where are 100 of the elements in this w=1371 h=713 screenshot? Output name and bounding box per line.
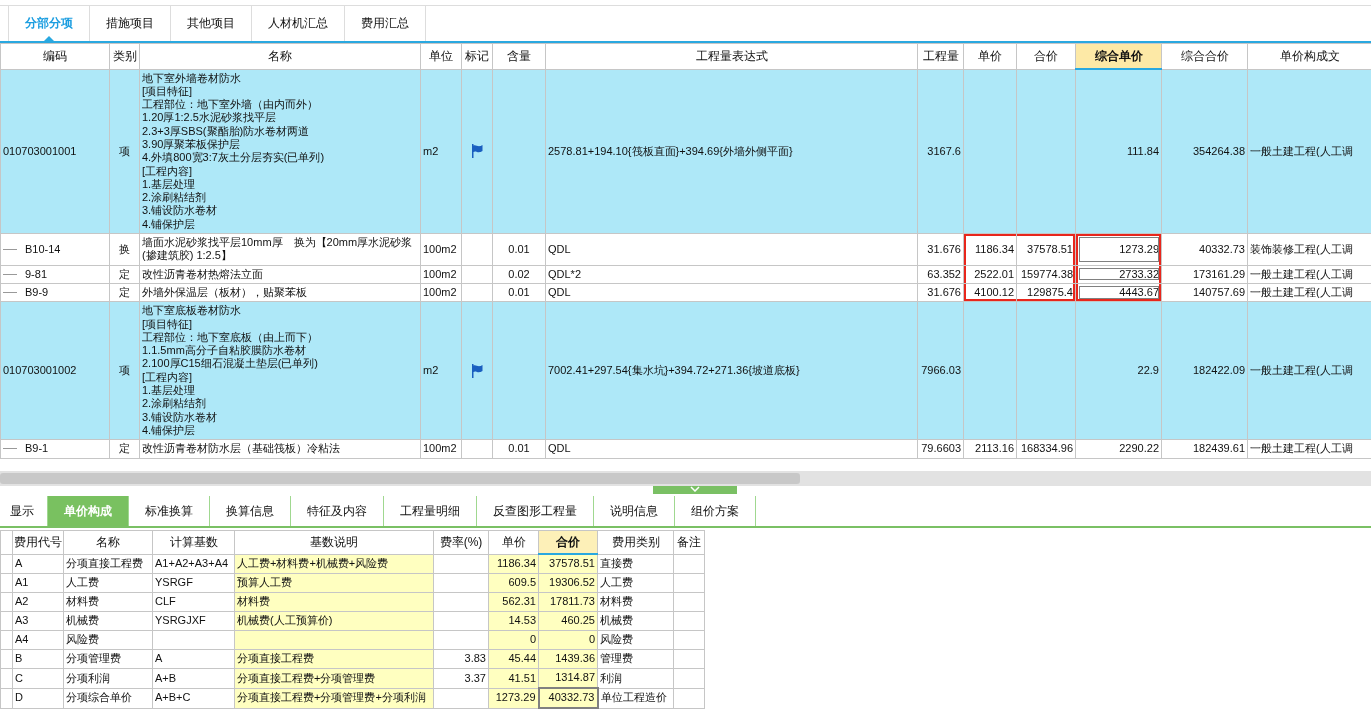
table-cell-text: 0.02 — [508, 267, 530, 280]
scrollbar-thumb[interactable] — [0, 473, 800, 484]
column-header[interactable]: 工程量 — [917, 43, 964, 69]
column-header[interactable]: 合价 — [1016, 43, 1076, 69]
table-cell-text: 41.51 — [508, 671, 536, 684]
table-cell-text: A+B+C — [155, 691, 191, 704]
table-cell-text: 182422.09 — [1193, 364, 1245, 377]
column-header[interactable]: 单价 — [963, 43, 1017, 69]
tab[interactable]: 换算信息 — [210, 496, 291, 526]
tab[interactable]: 其他项目 — [171, 6, 252, 41]
column-header[interactable]: 单位 — [420, 43, 462, 69]
table-cell-text: 风险费 — [66, 633, 99, 646]
table-cell-text: 外墙外保温层（板材），贴聚苯板 — [142, 285, 307, 298]
table-cell-text: 2113.16 — [975, 442, 1014, 455]
column-header[interactable]: 基数说明 — [234, 530, 434, 554]
table-cell-text: QDL — [548, 442, 571, 455]
column-header[interactable]: 费率(%) — [433, 530, 489, 554]
table-cell-text: 45.44 — [508, 652, 536, 665]
table-cell-text: QDL*2 — [548, 267, 582, 280]
table-cell-text: 1439.36 — [555, 652, 595, 665]
column-header[interactable]: 标记 — [461, 43, 493, 69]
table-cell-text: 0.01 — [508, 442, 530, 455]
tab[interactable]: 反查图形工程量 — [477, 496, 594, 526]
table-cell-text: 一般土建工程(人工调 — [1250, 364, 1353, 377]
table-cell-text: 一般土建工程(人工调 — [1250, 285, 1353, 298]
table-cell-text: 分项直接工程费 — [66, 557, 143, 570]
table-cell-text: 改性沥青卷材热熔法立面 — [142, 267, 263, 280]
column-header[interactable]: 费用类别 — [597, 530, 674, 554]
table-cell-text: 一般土建工程(人工调 — [1250, 442, 1353, 455]
table-cell-text: A — [15, 557, 23, 570]
table-cell-text: 354264.38 — [1193, 144, 1245, 157]
table-cell-text: 分项直接工程费+分项管理费 — [237, 671, 376, 684]
tab[interactable]: 特征及内容 — [291, 496, 384, 526]
table-cell-text: A4 — [15, 633, 29, 646]
table-cell-text: 机械费 — [66, 614, 99, 627]
table-cell-text: 31.676 — [927, 285, 961, 298]
table-cell-text: 100m2 — [423, 442, 457, 455]
table-cell-text: 分项直接工程费+分项管理费+分项利润 — [237, 691, 426, 704]
table-cell-text: 22.9 — [1137, 364, 1159, 377]
tab[interactable]: 费用汇总 — [345, 6, 426, 41]
table-cell-text: 129875.4 — [1027, 285, 1073, 298]
table-cell-text: 173161.29 — [1193, 267, 1245, 280]
table-cell-text: B — [15, 652, 23, 665]
column-header[interactable]: 备注 — [673, 530, 705, 554]
table-cell-text: m2 — [423, 144, 439, 157]
tab[interactable]: 说明信息 — [594, 496, 675, 526]
tab[interactable]: 组价方案 — [675, 496, 756, 526]
table-cell-text: 100m2 — [423, 267, 457, 280]
table-cell-text: 定 — [119, 267, 130, 280]
column-header[interactable]: 名称 — [63, 530, 153, 554]
table-cell-text: 2290.22 — [1119, 442, 1159, 455]
column-header[interactable]: 计算基数 — [152, 530, 235, 554]
tab[interactable]: 标准换算 — [129, 496, 210, 526]
table-cell-text: 墙面水泥砂浆找平层10mm厚 换为【20mm厚水泥砂浆 (掺建筑胶) 1:2.5】 — [142, 236, 413, 262]
column-header[interactable]: 综合单价 — [1075, 43, 1162, 69]
column-header[interactable]: 单价 — [488, 530, 539, 554]
column-header[interactable]: 编码 — [0, 43, 110, 69]
column-header[interactable]: 合价 — [538, 530, 598, 554]
table-cell-text: YSRGJXF — [155, 614, 206, 627]
column-header[interactable]: 含量 — [492, 43, 546, 69]
table-cell-text: 182439.61 — [1193, 442, 1245, 455]
table-cell-text: 37578.51 — [549, 557, 595, 570]
table-cell-text: 分项利润 — [66, 671, 110, 684]
table-cell-text: 项 — [119, 144, 130, 157]
table-cell-text: A2 — [15, 595, 29, 608]
table-cell-text: 63.352 — [927, 267, 961, 280]
table-cell-text: 管理费 — [600, 652, 633, 665]
table-cell-text: 分项综合单价 — [66, 691, 132, 704]
column-header[interactable]: 费用代号 — [12, 530, 64, 554]
table-cell-text: 14.53 — [508, 614, 536, 627]
column-header[interactable]: 类别 — [109, 43, 140, 69]
column-header[interactable]: 综合合价 — [1161, 43, 1248, 69]
table-cell-text: 2578.81+194.10{筏板直面}+394.69{外墙外侧平面} — [548, 144, 793, 157]
table-cell-text: 材料费 — [237, 595, 270, 608]
column-header[interactable]: 单价构成文 — [1247, 43, 1371, 69]
table-cell-text: 31.676 — [927, 242, 961, 255]
table-cell-text: 定 — [119, 285, 130, 298]
column-header[interactable]: 工程量表达式 — [545, 43, 918, 69]
table-cell-text: 地下室外墙卷材防水 [项目特征] 工程部位：地下室外墙（由内而外） 1.20厚1:2.5水泥砂浆找平层 2.3+3厚SBS(聚酯胎)防水卷材两道 3.90厚聚苯板保护层 4.外填800宽3:7灰土分层夯实(已单列) [工程内容] 1.基层处理 2.涂刷粘结剂 3.铺设防水卷材 4.铺保护层 — [142, 71, 325, 230]
tab[interactable]: 工程量明细 — [384, 496, 477, 526]
table-cell-text: 40332.73 — [548, 691, 595, 704]
item-code: B9-1 — [25, 442, 49, 456]
flag-icon — [470, 362, 484, 379]
table-cell-text: 609.5 — [508, 576, 536, 589]
table-cell-text: 1273.29 — [1119, 242, 1159, 255]
tab[interactable]: 人材机汇总 — [252, 6, 345, 41]
table-cell-text: 利润 — [600, 671, 622, 684]
table-cell-text: 7966.03 — [921, 364, 961, 377]
table-cell-text: 预算人工费 — [237, 576, 292, 589]
table-cell-text: 分项直接工程费 — [237, 652, 314, 665]
table-cell-text: A3 — [15, 614, 29, 627]
table-cell-text: 材料费 — [66, 595, 99, 608]
horizontal-scrollbar[interactable] — [0, 471, 1371, 486]
table-cell-text: 111.84 — [1127, 144, 1159, 157]
table-cell-text: 人工费 — [66, 576, 99, 589]
table-cell-text: 460.25 — [561, 614, 595, 627]
splitter-handle[interactable] — [653, 486, 737, 494]
column-header[interactable]: 名称 — [139, 43, 421, 69]
table-cell-text: 79.6603 — [921, 442, 961, 455]
tab[interactable]: 措施项目 — [90, 6, 171, 41]
